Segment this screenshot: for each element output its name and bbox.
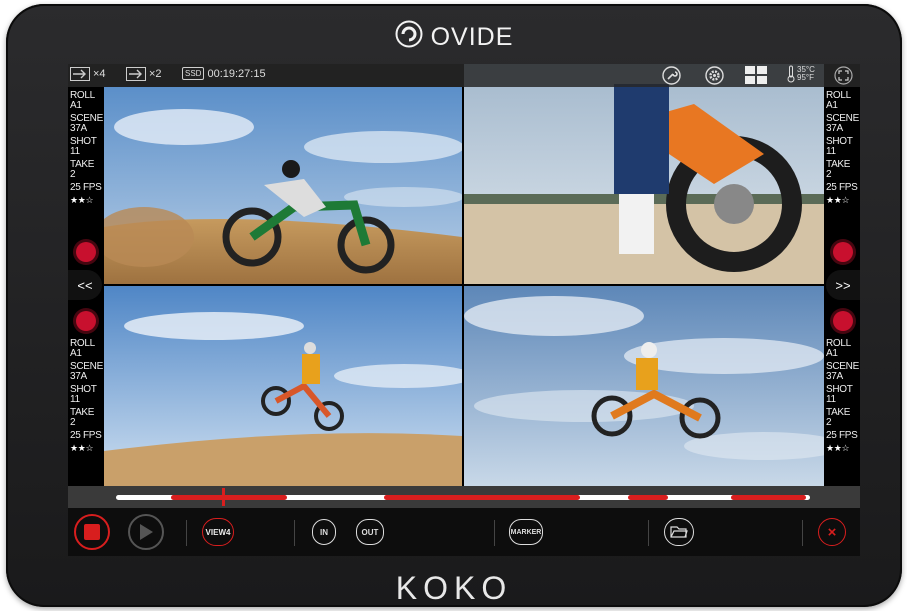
rating-stars[interactable]: ★★☆ (70, 195, 104, 205)
divider (802, 520, 803, 546)
view4-button[interactable]: VIEW4 (202, 518, 234, 546)
in-label: IN (320, 527, 328, 537)
record-indicator-4[interactable] (833, 311, 853, 331)
temperature-readout: 35°C 95°F (787, 65, 815, 83)
out-point-button[interactable]: OUT (356, 519, 384, 545)
divider (494, 520, 495, 546)
shot-value: 11 (826, 394, 836, 405)
play-button[interactable] (128, 514, 164, 550)
rating-stars[interactable]: ★★☆ (70, 443, 104, 453)
play-icon (140, 524, 153, 540)
shot-value: 11 (826, 146, 836, 157)
close-icon: × (827, 523, 837, 541)
camera-2-metadata: ROLL A1 SCENE 37A SHOT 11 TAKE 2 25 FPS … (824, 91, 860, 206)
take-label: TAKE (70, 159, 95, 170)
scene-value: 37A (70, 123, 87, 134)
take-label: TAKE (70, 407, 95, 418)
shot-value: 11 (70, 394, 80, 405)
output-a[interactable]: ×4 (70, 67, 106, 81)
timecode: 00:19:27:15 (207, 67, 266, 80)
timeline-track[interactable] (116, 495, 810, 500)
camera-view-3[interactable] (104, 286, 462, 486)
settings-tools-button[interactable] (662, 66, 681, 85)
camera-view-1[interactable] (104, 87, 462, 284)
clip-segment[interactable] (628, 495, 668, 500)
roll-value: A1 (826, 100, 838, 111)
previous-page-tab[interactable]: << (68, 270, 102, 300)
camera-1-metadata: ROLL A1 SCENE 37A SHOT 11 TAKE 2 25 FPS … (68, 91, 104, 206)
folder-icon (670, 526, 688, 538)
export-icon (70, 67, 90, 81)
camera-3-metadata: ROLL A1 SCENE 37A SHOT 11 TAKE 2 25 FPS … (68, 339, 104, 454)
take-label: TAKE (826, 159, 851, 170)
brand-name-bottom: KOKO (395, 570, 513, 606)
fps-value: 25 FPS (826, 182, 858, 193)
rating-stars[interactable]: ★★☆ (826, 443, 860, 453)
open-folder-button[interactable] (664, 518, 694, 546)
stop-icon (84, 524, 100, 540)
close-button[interactable]: × (818, 518, 846, 546)
scene-value: 37A (826, 371, 843, 382)
divider (648, 520, 649, 546)
clip-segment[interactable] (171, 495, 287, 500)
fps-value: 25 FPS (70, 182, 102, 193)
gear-icon (705, 66, 724, 85)
out-label: OUT (361, 527, 379, 537)
monitor-screen: ×4 ×2 SSD 00:19:27:15 35°C 95°F ROLL A1 … (68, 64, 860, 556)
divider (186, 520, 187, 546)
grid-icon (745, 66, 767, 84)
scene-value: 37A (826, 123, 843, 134)
record-indicator-1[interactable] (76, 242, 96, 262)
timeline[interactable] (68, 486, 860, 508)
camera-view-4[interactable] (464, 286, 824, 486)
roll-value: A1 (70, 348, 82, 359)
layout-grid-button[interactable] (745, 66, 767, 84)
rating-stars[interactable]: ★★☆ (826, 195, 860, 205)
next-page-tab[interactable]: >> (826, 270, 860, 300)
roll-value: A1 (826, 348, 838, 359)
export-icon (126, 67, 146, 81)
output-b[interactable]: ×2 (126, 67, 162, 81)
camera-view-2[interactable] (464, 64, 824, 284)
fps-value: 25 FPS (70, 430, 102, 441)
divider (294, 520, 295, 546)
roll-value: A1 (70, 100, 82, 111)
ovide-logo-icon (395, 20, 423, 55)
temp-fahrenheit: 95°F (797, 73, 814, 82)
brand-name: OVIDE (430, 23, 514, 51)
in-point-button[interactable]: IN (312, 519, 336, 545)
fullscreen-button[interactable] (834, 66, 853, 85)
marker-label: MARKER (510, 528, 542, 536)
settings-button[interactable] (705, 66, 724, 85)
marker-button[interactable]: MARKER (509, 519, 543, 545)
status-bar: ×4 ×2 SSD 00:19:27:15 35°C 95°F (68, 64, 860, 87)
stop-record-button[interactable] (74, 514, 110, 550)
fps-value: 25 FPS (826, 430, 858, 441)
playhead[interactable] (222, 488, 225, 506)
control-bar: VIEW4 IN OUT MARKER × (68, 508, 860, 556)
take-value: 2 (826, 417, 832, 428)
clip-segment[interactable] (384, 495, 580, 500)
take-value: 2 (70, 417, 76, 428)
output-b-count: ×2 (149, 68, 162, 80)
camera-4-metadata: ROLL A1 SCENE 37A SHOT 11 TAKE 2 25 FPS … (824, 339, 860, 454)
record-indicator-3[interactable] (76, 311, 96, 331)
thermometer-icon (787, 65, 795, 83)
clip-segment[interactable] (731, 495, 806, 500)
record-indicator-2[interactable] (833, 242, 853, 262)
shot-value: 11 (70, 146, 80, 157)
take-value: 2 (826, 169, 832, 180)
output-a-count: ×4 (93, 68, 106, 80)
recording-timecode: SSD 00:19:27:15 (182, 67, 266, 80)
ssd-icon: SSD (182, 67, 205, 80)
wrench-icon (662, 66, 681, 85)
take-label: TAKE (826, 407, 851, 418)
brand-logo-top: OVIDE (6, 20, 902, 55)
take-value: 2 (70, 169, 76, 180)
fullscreen-icon (834, 66, 853, 85)
scene-value: 37A (70, 371, 87, 382)
